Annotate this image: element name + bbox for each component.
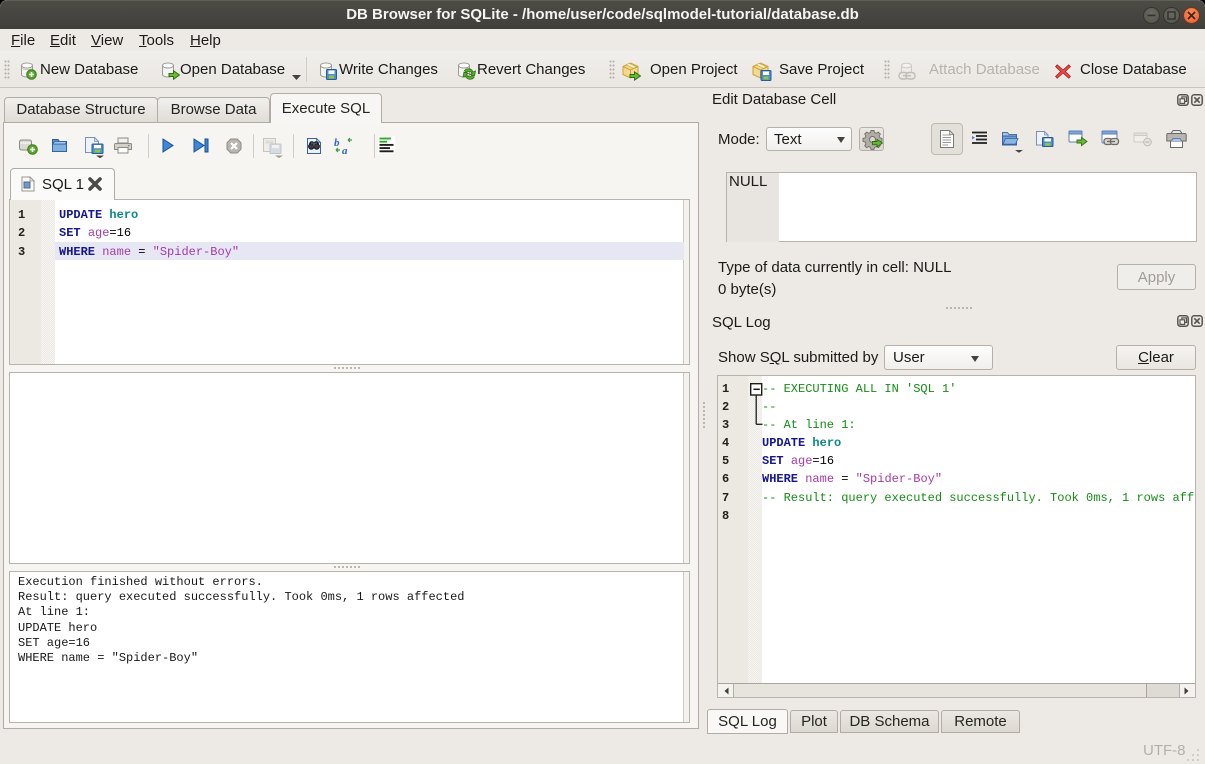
svg-text:b: b [334,137,340,149]
svg-text:a: a [342,145,348,156]
